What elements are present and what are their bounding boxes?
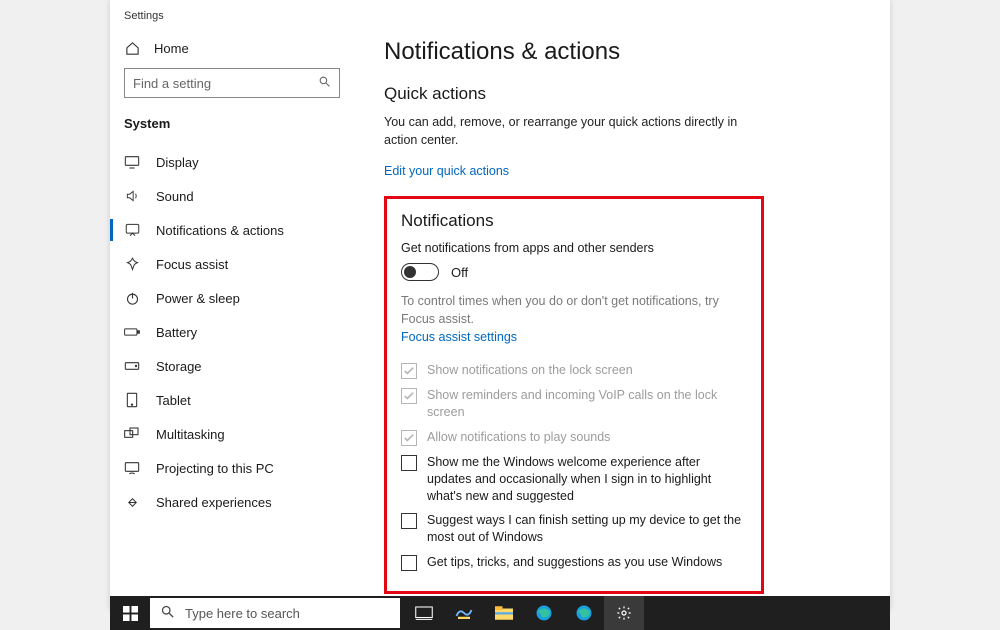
checkbox-icon: [401, 430, 417, 446]
notifications-toggle-row: Off: [401, 263, 747, 281]
checkbox-label: Show notifications on the lock screen: [427, 362, 633, 379]
sidebar-item-battery[interactable]: Battery: [110, 315, 354, 349]
focus-assist-desc: To control times when you do or don't ge…: [401, 293, 747, 328]
checkbox-icon: [401, 513, 417, 529]
main-panel: Notifications & actions Quick actions Yo…: [354, 26, 890, 610]
checkbox-icon: [401, 388, 417, 404]
sidebar-item-tablet[interactable]: Tablet: [110, 383, 354, 417]
search-placeholder: Find a setting: [133, 76, 211, 91]
sidebar-home-label: Home: [154, 41, 189, 56]
windows-icon: [123, 606, 138, 621]
multitasking-icon: [124, 426, 140, 442]
checkbox-label: Suggest ways I can finish setting up my …: [427, 512, 747, 546]
taskbar-search[interactable]: Type here to search: [150, 598, 400, 628]
start-button[interactable]: [110, 596, 150, 630]
quick-actions-heading: Quick actions: [384, 84, 860, 104]
storage-icon: [124, 358, 140, 374]
taskbar-file-explorer[interactable]: [484, 596, 524, 630]
checkbox-lock-screen-notif: Show notifications on the lock screen: [401, 362, 747, 379]
taskbar-search-placeholder: Type here to search: [185, 606, 300, 621]
checkbox-play-sounds: Allow notifications to play sounds: [401, 429, 747, 446]
taskbar: Type here to search: [110, 596, 890, 630]
search-icon: [160, 604, 175, 622]
notifications-heading: Notifications: [401, 211, 747, 231]
sidebar-item-label: Display: [156, 155, 199, 170]
sidebar-item-label: Shared experiences: [156, 495, 272, 510]
sidebar-item-shared-experiences[interactable]: Shared experiences: [110, 485, 354, 519]
notifications-icon: [124, 222, 140, 238]
focus-assist-icon: [124, 256, 140, 272]
sidebar-item-label: Projecting to this PC: [156, 461, 274, 476]
checkbox-label: Show me the Windows welcome experience a…: [427, 454, 747, 505]
checkbox-welcome-experience[interactable]: Show me the Windows welcome experience a…: [401, 454, 747, 505]
get-notifications-label: Get notifications from apps and other se…: [401, 241, 747, 255]
notifications-toggle[interactable]: [401, 263, 439, 281]
sidebar-item-multitasking[interactable]: Multitasking: [110, 417, 354, 451]
checkbox-label: Allow notifications to play sounds: [427, 429, 610, 446]
sidebar: Home Find a setting System Display: [110, 26, 354, 610]
checkbox-icon: [401, 555, 417, 571]
sidebar-section-title: System: [110, 110, 354, 141]
taskbar-task-view[interactable]: [404, 596, 444, 630]
search-input[interactable]: Find a setting: [124, 68, 340, 98]
sidebar-item-label: Storage: [156, 359, 202, 374]
settings-window: Settings Home Find a setting System: [110, 0, 890, 610]
sidebar-item-label: Tablet: [156, 393, 191, 408]
search-icon: [318, 75, 331, 91]
gear-icon: [616, 605, 632, 621]
sidebar-item-projecting[interactable]: Projecting to this PC: [110, 451, 354, 485]
sidebar-item-sound[interactable]: Sound: [110, 179, 354, 213]
edit-quick-actions-link[interactable]: Edit your quick actions: [384, 164, 509, 178]
power-icon: [124, 290, 140, 306]
tablet-icon: [124, 392, 140, 408]
notifications-highlight: Notifications Get notifications from app…: [384, 196, 764, 594]
checkbox-label: Show reminders and incoming VoIP calls o…: [427, 387, 747, 421]
taskbar-settings[interactable]: [604, 596, 644, 630]
window-title: Settings: [110, 0, 890, 26]
home-icon: [124, 40, 140, 56]
quick-actions-desc: You can add, remove, or rearrange your q…: [384, 114, 744, 149]
toggle-state-label: Off: [451, 265, 468, 280]
checkbox-lock-screen-reminders: Show reminders and incoming VoIP calls o…: [401, 387, 747, 421]
sidebar-item-storage[interactable]: Storage: [110, 349, 354, 383]
checkbox-tips-tricks[interactable]: Get tips, tricks, and suggestions as you…: [401, 554, 747, 571]
sidebar-item-label: Sound: [156, 189, 194, 204]
checkbox-icon: [401, 363, 417, 379]
checkbox-icon: [401, 455, 417, 471]
sidebar-nav: Display Sound Notifications & actions: [110, 145, 354, 519]
page-title: Notifications & actions: [384, 38, 860, 66]
taskbar-edge-1[interactable]: [524, 596, 564, 630]
content-area: Home Find a setting System Display: [110, 26, 890, 610]
sidebar-item-power-sleep[interactable]: Power & sleep: [110, 281, 354, 315]
taskbar-running-apps: [404, 596, 644, 630]
sidebar-item-label: Battery: [156, 325, 197, 340]
sidebar-item-label: Multitasking: [156, 427, 225, 442]
sidebar-item-focus-assist[interactable]: Focus assist: [110, 247, 354, 281]
display-icon: [124, 154, 140, 170]
sidebar-item-label: Notifications & actions: [156, 223, 284, 238]
focus-assist-link[interactable]: Focus assist settings: [401, 330, 517, 344]
taskbar-edge-2[interactable]: [564, 596, 604, 630]
battery-icon: [124, 324, 140, 340]
checkbox-finish-setup[interactable]: Suggest ways I can finish setting up my …: [401, 512, 747, 546]
checkbox-label: Get tips, tricks, and suggestions as you…: [427, 554, 722, 571]
shared-icon: [124, 494, 140, 510]
sidebar-item-label: Power & sleep: [156, 291, 240, 306]
sidebar-home[interactable]: Home: [110, 34, 354, 68]
taskbar-app-1[interactable]: [444, 596, 484, 630]
sidebar-item-display[interactable]: Display: [110, 145, 354, 179]
sound-icon: [124, 188, 140, 204]
projecting-icon: [124, 460, 140, 476]
sidebar-item-notifications[interactable]: Notifications & actions: [110, 213, 354, 247]
sidebar-item-label: Focus assist: [156, 257, 228, 272]
